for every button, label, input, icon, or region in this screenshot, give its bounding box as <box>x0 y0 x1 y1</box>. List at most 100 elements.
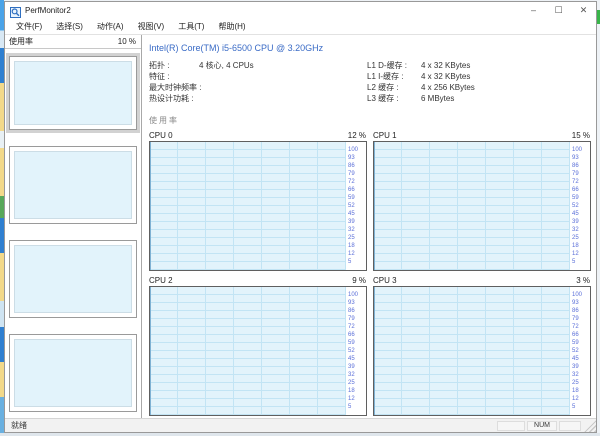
resize-grip[interactable] <box>584 420 596 432</box>
title-bar[interactable]: PerfMonitor2 – ☐ ✕ <box>5 2 596 19</box>
y-axis-tick: 86 <box>348 162 366 170</box>
y-axis-tick: 100 <box>572 146 590 154</box>
menu-select[interactable]: 选择(S) <box>49 21 90 32</box>
cpu3-plot-area <box>374 287 570 415</box>
menu-bar: 文件(F) 选择(S) 动作(A) 视图(V) 工具(T) 帮助(H) <box>5 19 596 34</box>
menu-view[interactable]: 视图(V) <box>131 21 172 32</box>
y-axis-tick: 5 <box>572 258 590 266</box>
cpu1-chart: CPU 1 15 % 10093867972665952453932251812… <box>373 130 591 271</box>
cpu-title: Intel(R) Core(TM) i5-6500 CPU @ 3.20GHz <box>149 43 591 53</box>
y-axis-tick: 45 <box>572 355 590 363</box>
cpu0-name: CPU 0 <box>149 131 173 140</box>
cpu2-chart: CPU 2 9 % 100938679726659524539322518125 <box>149 275 367 416</box>
y-axis-tick: 93 <box>348 154 366 162</box>
y-axis-tick: 72 <box>348 178 366 186</box>
app-window: PerfMonitor2 – ☐ ✕ 文件(F) 选择(S) 动作(A) 视图(… <box>4 1 597 433</box>
cpu0-chart: CPU 0 12 % 10093867972665952453932251812… <box>149 130 367 271</box>
close-button-icon[interactable]: ✕ <box>571 2 596 19</box>
y-axis-tick: 32 <box>572 226 590 234</box>
y-axis-tick: 72 <box>348 323 366 331</box>
y-axis-tick: 18 <box>348 387 366 395</box>
y-axis-tick: 39 <box>572 218 590 226</box>
usage-thumbnail[interactable] <box>6 237 140 321</box>
thumbnail-list <box>5 49 141 418</box>
tdp-label: 热设计功耗 : <box>149 93 199 104</box>
y-axis-tick: 12 <box>348 250 366 258</box>
cpu3-chart-box: 100938679726659524539322518125 <box>373 286 591 416</box>
y-axis-tick: 66 <box>348 331 366 339</box>
y-axis-tick: 39 <box>348 363 366 371</box>
y-axis-tick: 79 <box>572 170 590 178</box>
y-axis-tick: 45 <box>572 210 590 218</box>
cpu3-name: CPU 3 <box>373 276 397 285</box>
y-axis-tick: 93 <box>348 299 366 307</box>
thumbnail-frame <box>9 334 137 412</box>
y-axis-tick: 100 <box>572 291 590 299</box>
y-axis-tick: 45 <box>348 210 366 218</box>
y-axis-tick: 100 <box>348 291 366 299</box>
max-clock-label: 最大时钟频率 : <box>149 82 199 93</box>
maximize-button-icon[interactable]: ☐ <box>546 2 571 19</box>
y-axis-tick: 5 <box>348 258 366 266</box>
y-axis-tick: 25 <box>348 379 366 387</box>
l3-cache-label: L3 缓存 : <box>367 93 421 104</box>
cpu1-chart-box: 100938679726659524539322518125 <box>373 141 591 271</box>
window-title: PerfMonitor2 <box>25 6 71 15</box>
cpu-info-grid: 拓扑 :4 核心, 4 CPUs 特征 : 最大时钟频率 : 热设计功耗 : L… <box>149 60 591 104</box>
thumbnail-plot <box>14 61 132 125</box>
usage-thumbnail-selected[interactable] <box>6 53 140 133</box>
usage-thumbnail[interactable] <box>6 143 140 227</box>
y-axis-tick: 59 <box>348 194 366 202</box>
menu-action[interactable]: 动作(A) <box>90 21 131 32</box>
y-axis-tick: 32 <box>572 371 590 379</box>
y-axis-tick: 86 <box>572 307 590 315</box>
y-axis-tick: 32 <box>348 226 366 234</box>
thumbnail-frame <box>9 146 137 224</box>
y-axis-tick: 45 <box>348 355 366 363</box>
menu-file[interactable]: 文件(F) <box>9 21 49 32</box>
cpu0-chart-box: 100938679726659524539322518125 <box>149 141 367 271</box>
y-axis-tick: 79 <box>572 315 590 323</box>
y-axis-tick: 100 <box>348 146 366 154</box>
usage-thumbnail[interactable] <box>6 331 140 415</box>
y-axis-tick: 52 <box>572 202 590 210</box>
thumbnail-plot <box>14 339 132 407</box>
menu-tools[interactable]: 工具(T) <box>171 21 211 32</box>
menu-help[interactable]: 帮助(H) <box>211 21 252 32</box>
y-axis-tick: 93 <box>572 154 590 162</box>
y-axis-tick: 59 <box>348 339 366 347</box>
y-axis-tick: 12 <box>348 395 366 403</box>
y-axis-tick: 52 <box>572 347 590 355</box>
topology-label: 拓扑 : <box>149 60 199 71</box>
y-axis-tick: 32 <box>348 371 366 379</box>
cpu1-name: CPU 1 <box>373 131 397 140</box>
y-axis-tick: 59 <box>572 194 590 202</box>
y-axis-tick: 79 <box>348 315 366 323</box>
y-axis-tick: 72 <box>572 323 590 331</box>
thumbnail-frame <box>9 240 137 318</box>
y-axis-tick: 39 <box>348 218 366 226</box>
minimize-button-icon[interactable]: – <box>521 2 546 19</box>
cpu2-chart-header: CPU 2 9 % <box>149 275 367 286</box>
y-axis-tick: 25 <box>348 234 366 242</box>
sidebar: 使用率 10 % <box>5 35 142 418</box>
sidebar-header: 使用率 10 % <box>5 35 141 49</box>
cpu0-chart-header: CPU 0 12 % <box>149 130 367 141</box>
cpu3-chart-header: CPU 3 3 % <box>373 275 591 286</box>
l1d-cache-label: L1 D-缓存 : <box>367 60 421 71</box>
y-axis-tick: 59 <box>572 339 590 347</box>
y-axis-tick: 18 <box>572 387 590 395</box>
cpu1-usage: 15 % <box>572 131 590 140</box>
y-axis-tick: 86 <box>572 162 590 170</box>
topology-value: 4 核心, 4 CPUs <box>199 60 254 71</box>
l1i-cache-label: L1 I-缓存 : <box>367 71 421 82</box>
sidebar-usage-value: 10 % <box>118 37 136 46</box>
usage-section-label: 使用率 <box>149 115 591 126</box>
y-axis-tick: 5 <box>348 403 366 411</box>
y-axis-tick: 52 <box>348 347 366 355</box>
y-axis-tick: 12 <box>572 250 590 258</box>
cpu2-plot-area <box>150 287 346 415</box>
status-pane-num: NUM <box>527 421 557 431</box>
y-axis-tick: 52 <box>348 202 366 210</box>
window-controls: – ☐ ✕ <box>521 2 596 19</box>
